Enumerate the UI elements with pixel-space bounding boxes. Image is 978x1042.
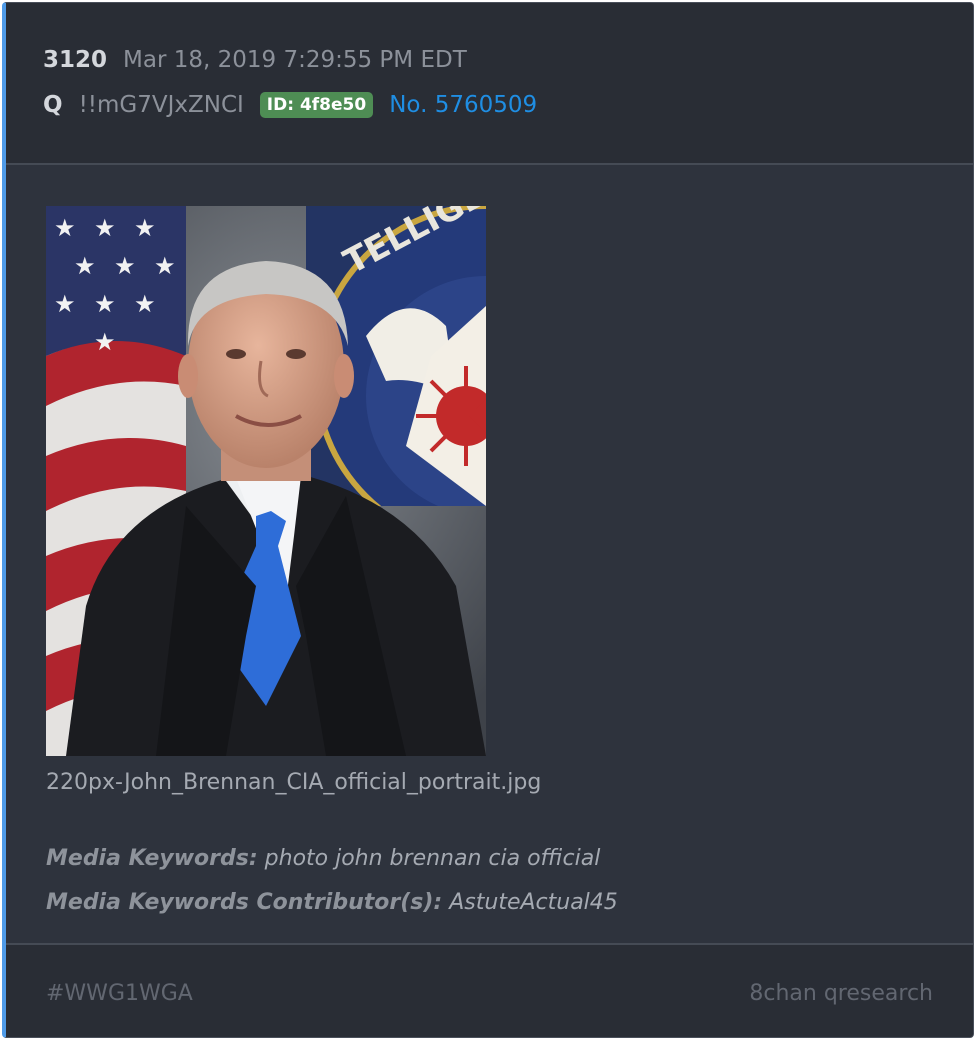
svg-text:★: ★ (94, 328, 116, 356)
post-header: 3120 Mar 18, 2019 7:29:55 PM EDT Q !!mG7… (6, 3, 973, 165)
svg-text:★: ★ (54, 290, 76, 318)
svg-text:★: ★ (94, 214, 116, 242)
media-keywords-label: Media Keywords: (46, 846, 258, 871)
poster-id-badge: ID: 4f8e50 (259, 92, 374, 118)
svg-text:★: ★ (134, 290, 156, 318)
author-tripcode: !!mG7VJxZNCI (78, 92, 244, 118)
post-author-row: Q !!mG7VJxZNCI ID: 4f8e50 No. 5760509 (43, 92, 537, 118)
source-label: 8chan qresearch (749, 981, 933, 1006)
post-image[interactable]: ★★★ ★★★ ★★★ ★ TE (46, 206, 486, 756)
image-filename[interactable]: 220px-John_Brennan_CIA_official_portrait… (46, 770, 541, 795)
svg-text:★: ★ (94, 290, 116, 318)
post-datetime: Mar 18, 2019 7:29:55 PM EDT (123, 47, 467, 73)
svg-text:★: ★ (74, 252, 96, 280)
contributors-label: Media Keywords Contributor(s): (46, 890, 443, 915)
media-keywords: Media Keywords: photo john brennan cia o… (46, 846, 600, 871)
post-footer: #WWG1WGA 8chan qresearch (6, 943, 973, 1037)
svg-text:★: ★ (134, 214, 156, 242)
media-keywords-contributors: Media Keywords Contributor(s): AstuteAct… (46, 890, 618, 915)
author-name: Q (43, 92, 63, 118)
portrait-illustration: ★★★ ★★★ ★★★ ★ TE (46, 206, 486, 756)
svg-text:★: ★ (114, 252, 136, 280)
media-keywords-value: photo john brennan cia official (264, 846, 601, 871)
post-number-link[interactable]: No. 5760509 (389, 92, 537, 118)
contributors-value: AstuteActual45 (449, 890, 618, 915)
post-card: 3120 Mar 18, 2019 7:29:55 PM EDT Q !!mG7… (2, 2, 974, 1038)
post-meta-row: 3120 Mar 18, 2019 7:29:55 PM EDT (43, 47, 467, 73)
post-number: 3120 (43, 47, 108, 73)
svg-text:★: ★ (154, 252, 176, 280)
svg-text:★: ★ (54, 214, 76, 242)
hashtag: #WWG1WGA (46, 981, 193, 1006)
